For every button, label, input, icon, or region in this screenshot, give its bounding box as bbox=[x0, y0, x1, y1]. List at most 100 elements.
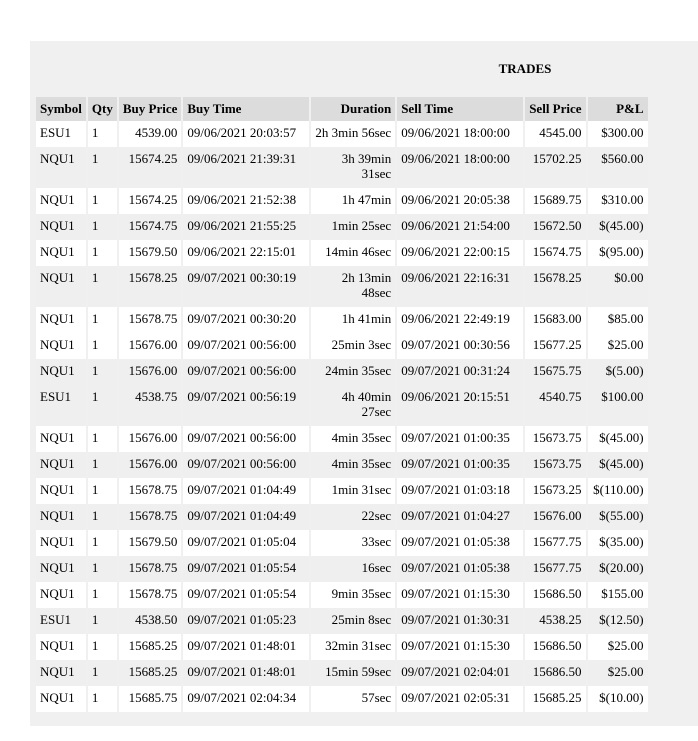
cell-duration: 3h 39min 31sec bbox=[311, 147, 396, 188]
cell-sell-time: 09/07/2021 01:00:35 bbox=[397, 426, 524, 452]
cell-pnl: $85.00 bbox=[587, 307, 648, 333]
duration-line: 16sec bbox=[361, 560, 392, 575]
col-buy-price-header: Buy Price bbox=[118, 97, 182, 121]
cell-pnl: $(12.50) bbox=[587, 608, 648, 634]
cell-buy-time: 09/06/2021 21:39:31 bbox=[183, 147, 310, 188]
cell-qty: 1 bbox=[87, 188, 117, 214]
table-row: NQU1 1 15674.25 09/06/2021 21:52:38 1h 47min… bbox=[36, 188, 648, 214]
table-row: NQU1 1 15685.25 09/07/2021 01:48:01 15min 59… bbox=[36, 660, 648, 686]
duration-line: 48sec bbox=[361, 285, 392, 300]
duration-line: 33sec bbox=[361, 534, 392, 549]
duration-line: 32min 31sec bbox=[325, 638, 392, 653]
cell-pnl: $(45.00) bbox=[587, 452, 648, 478]
cell-qty: 1 bbox=[87, 582, 117, 608]
cell-buy-price: 15676.00 bbox=[118, 452, 182, 478]
cell-buy-time: 09/07/2021 01:05:54 bbox=[183, 582, 310, 608]
table-row: NQU1 1 15685.75 09/07/2021 02:04:34 57sec 09/… bbox=[36, 686, 648, 712]
cell-sell-time: 09/07/2021 01:15:30 bbox=[397, 582, 524, 608]
cell-buy-time: 09/06/2021 21:55:25 bbox=[183, 214, 310, 240]
cell-pnl: $25.00 bbox=[587, 333, 648, 359]
cell-buy-time: 09/06/2021 20:03:57 bbox=[183, 121, 310, 147]
trades-title: TRADES bbox=[498, 61, 552, 76]
cell-sell-price: 15676.00 bbox=[525, 504, 586, 530]
cell-sell-price: 15673.75 bbox=[525, 452, 586, 478]
table-row: NQU1 1 15678.75 09/07/2021 00:30:20 1h 41min… bbox=[36, 307, 648, 333]
table-row: NQU1 1 15678.75 09/07/2021 01:05:54 9min 35s… bbox=[36, 582, 648, 608]
trades-panel: TRADES Symbol Qty Buy Price Buy Time Dur… bbox=[30, 41, 698, 726]
cell-duration: 15min 59sec bbox=[311, 660, 396, 686]
duration-line: 2h 13min bbox=[341, 270, 392, 285]
duration-line: 1h 47min bbox=[341, 192, 392, 207]
cell-pnl: $(10.00) bbox=[587, 686, 648, 712]
cell-qty: 1 bbox=[87, 478, 117, 504]
cell-buy-price: 15679.50 bbox=[118, 530, 182, 556]
cell-symbol: NQU1 bbox=[36, 660, 86, 686]
cell-buy-price: 15678.75 bbox=[118, 478, 182, 504]
cell-pnl: $(5.00) bbox=[587, 359, 648, 385]
cell-pnl: $300.00 bbox=[587, 121, 648, 147]
cell-qty: 1 bbox=[87, 214, 117, 240]
cell-buy-time: 09/07/2021 00:56:00 bbox=[183, 333, 310, 359]
duration-line: 15min 59sec bbox=[325, 664, 392, 679]
table-row: NQU1 1 15674.75 09/06/2021 21:55:25 1min 25s… bbox=[36, 214, 648, 240]
table-row: ESU1 1 4539.00 09/06/2021 20:03:57 2h 3min 5… bbox=[36, 121, 648, 147]
cell-sell-time: 09/07/2021 01:05:38 bbox=[397, 556, 524, 582]
col-sell-time-header: Sell Time bbox=[397, 97, 524, 121]
cell-buy-time: 09/07/2021 00:56:00 bbox=[183, 426, 310, 452]
table-row: NQU1 1 15678.75 09/07/2021 01:05:54 16sec 09/… bbox=[36, 556, 648, 582]
cell-sell-time: 09/07/2021 01:04:27 bbox=[397, 504, 524, 530]
col-symbol-header: Symbol bbox=[36, 97, 86, 121]
cell-buy-time: 09/07/2021 02:04:34 bbox=[183, 686, 310, 712]
cell-duration: 4min 35sec bbox=[311, 426, 396, 452]
cell-sell-time: 09/07/2021 01:03:18 bbox=[397, 478, 524, 504]
cell-buy-time: 09/07/2021 00:56:00 bbox=[183, 359, 310, 385]
duration-line: 1h 41min bbox=[341, 311, 392, 326]
duration-line: 14min 46sec bbox=[325, 244, 392, 259]
cell-duration: 9min 35sec bbox=[311, 582, 396, 608]
cell-buy-price: 15678.75 bbox=[118, 504, 182, 530]
table-row: NQU1 1 15678.25 09/07/2021 00:30:19 2h 13min… bbox=[36, 266, 648, 307]
cell-symbol: ESU1 bbox=[36, 385, 86, 426]
cell-sell-price: 15673.75 bbox=[525, 426, 586, 452]
cell-sell-time: 09/06/2021 18:00:00 bbox=[397, 121, 524, 147]
cell-sell-time: 09/06/2021 20:15:51 bbox=[397, 385, 524, 426]
cell-sell-price: 4538.25 bbox=[525, 608, 586, 634]
cell-sell-price: 15673.25 bbox=[525, 478, 586, 504]
cell-symbol: NQU1 bbox=[36, 686, 86, 712]
cell-buy-time: 09/07/2021 01:48:01 bbox=[183, 660, 310, 686]
cell-qty: 1 bbox=[87, 147, 117, 188]
cell-symbol: NQU1 bbox=[36, 333, 86, 359]
cell-duration: 14min 46sec bbox=[311, 240, 396, 266]
cell-duration: 2h 3min 56sec bbox=[311, 121, 396, 147]
cell-sell-time: 09/07/2021 02:04:01 bbox=[397, 660, 524, 686]
cell-sell-price: 4540.75 bbox=[525, 385, 586, 426]
table-row: NQU1 1 15679.50 09/07/2021 01:05:04 33sec 09/… bbox=[36, 530, 648, 556]
cell-buy-price: 15678.25 bbox=[118, 266, 182, 307]
cell-qty: 1 bbox=[87, 426, 117, 452]
cell-buy-price: 15676.00 bbox=[118, 426, 182, 452]
duration-line: 27sec bbox=[361, 404, 392, 419]
duration-line: 9min 35sec bbox=[331, 586, 392, 601]
cell-pnl: $(110.00) bbox=[587, 478, 648, 504]
cell-pnl: $(45.00) bbox=[587, 426, 648, 452]
cell-pnl: $(45.00) bbox=[587, 214, 648, 240]
table-row: NQU1 1 15676.00 09/07/2021 00:56:00 4min 35s… bbox=[36, 452, 648, 478]
cell-sell-price: 15686.50 bbox=[525, 634, 586, 660]
cell-sell-time: 09/06/2021 22:16:31 bbox=[397, 266, 524, 307]
cell-sell-time: 09/06/2021 22:00:15 bbox=[397, 240, 524, 266]
cell-qty: 1 bbox=[87, 359, 117, 385]
cell-buy-price: 15685.25 bbox=[118, 634, 182, 660]
col-duration-header: Duration bbox=[311, 97, 396, 121]
cell-sell-price: 15672.50 bbox=[525, 214, 586, 240]
cell-sell-price: 15677.25 bbox=[525, 333, 586, 359]
cell-qty: 1 bbox=[87, 452, 117, 478]
table-row: NQU1 1 15678.75 09/07/2021 01:04:49 1min 31s… bbox=[36, 478, 648, 504]
cell-qty: 1 bbox=[87, 686, 117, 712]
cell-buy-time: 09/07/2021 01:05:04 bbox=[183, 530, 310, 556]
cell-duration: 16sec bbox=[311, 556, 396, 582]
cell-sell-price: 15702.25 bbox=[525, 147, 586, 188]
duration-line: 4min 35sec bbox=[331, 456, 392, 471]
cell-duration: 1min 25sec bbox=[311, 214, 396, 240]
cell-sell-time: 09/06/2021 22:49:19 bbox=[397, 307, 524, 333]
cell-symbol: NQU1 bbox=[36, 634, 86, 660]
